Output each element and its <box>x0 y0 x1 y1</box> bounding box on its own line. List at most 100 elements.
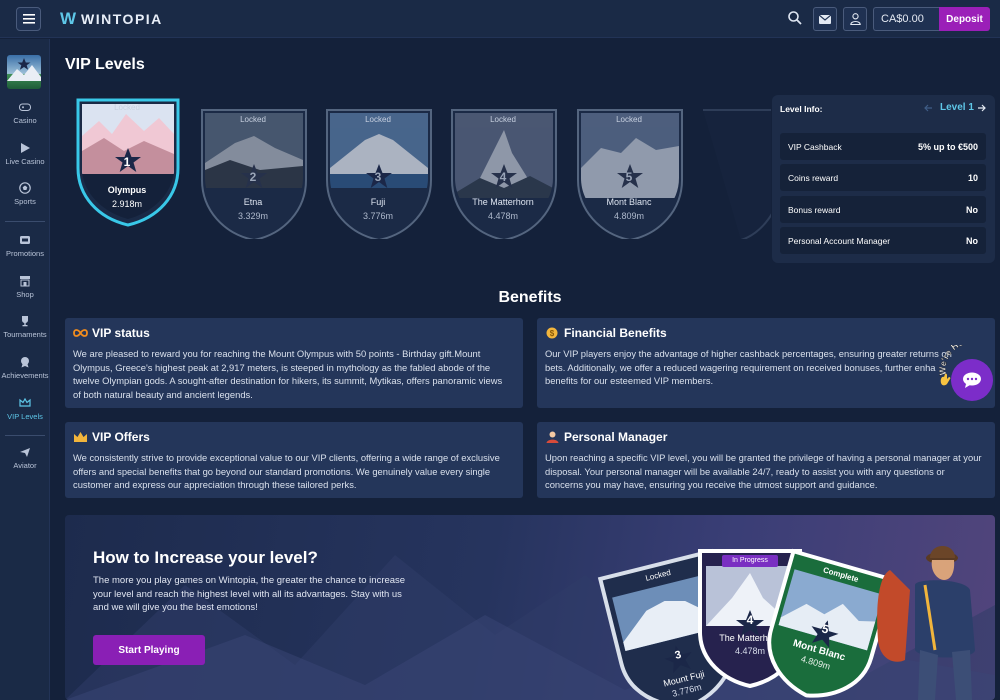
benefit-title: VIP status <box>92 326 150 340</box>
logo-text: WINTOPIA <box>81 11 163 27</box>
benefit-title: VIP Offers <box>92 430 150 444</box>
play-icon <box>21 143 30 153</box>
gift-icon <box>20 236 30 244</box>
sidebar-item-label: Sports <box>14 197 36 206</box>
benefit-text: Our VIP players enjoy the advantage of h… <box>545 348 952 387</box>
info-row-cashback: VIP Cashback 5% up to €500 <box>780 133 986 160</box>
increase-title: How to Increase your level? <box>93 548 318 567</box>
benefit-title: Personal Manager <box>564 430 668 444</box>
arrow-left-icon[interactable] <box>924 104 933 112</box>
hiker-illustration <box>877 546 975 700</box>
level-card-matterhorn[interactable]: Locked 4 The Matterhorn 4.478m <box>450 108 557 239</box>
envelope-icon <box>819 14 831 24</box>
level-card-olympus[interactable]: Locked 1 Olympus 2.918m <box>74 96 180 227</box>
sidebar-item-label: Live Casino <box>5 157 45 166</box>
info-row-label: Bonus reward <box>788 204 841 215</box>
level-name: Mont Blanc <box>606 197 652 207</box>
sidebar-item-vip-levels[interactable]: VIP Levels <box>0 397 50 421</box>
increase-level-banner: How to Increase your level? The more you… <box>65 515 995 700</box>
card-status: In Progress <box>722 555 778 567</box>
level-status: Locked <box>616 115 642 124</box>
increase-text: The more you play games on Wintopia, the… <box>93 575 406 614</box>
trophy-icon <box>22 316 28 327</box>
level-height: 4.809m <box>613 211 645 221</box>
level-name: Fuji <box>370 197 386 207</box>
level-card-fuji[interactable]: Locked 3 Fuji 3.776m <box>325 108 432 239</box>
level-number: 5 <box>625 170 633 184</box>
info-row-value: 10 <box>967 172 978 183</box>
balance-display[interactable]: CA$0.00 <box>873 7 939 31</box>
info-row-bonus: Bonus reward No <box>780 196 986 223</box>
svg-text:$: $ <box>550 329 555 338</box>
sidebar-item-aviator[interactable]: Aviator <box>0 446 50 470</box>
manager-icon <box>546 431 559 443</box>
info-row-account-manager: Personal Account Manager No <box>780 227 986 254</box>
sidebar-item-achievements[interactable]: Achievements <box>0 356 50 380</box>
user-icon <box>849 13 861 25</box>
info-row-value: 5% up to €500 <box>917 141 978 152</box>
sidebar-divider <box>5 435 45 436</box>
level-card-mont-blanc[interactable]: Locked 5 Mont Blanc 4.809m <box>576 108 683 239</box>
sidebar-item-label: Tournaments <box>3 330 47 339</box>
logo-mark: W <box>60 9 76 28</box>
account-button[interactable] <box>843 7 867 31</box>
level-status: Locked <box>490 115 516 124</box>
chat-button[interactable] <box>951 359 993 401</box>
info-row-value: No <box>966 204 978 215</box>
benefit-text: We consistently strive to provide except… <box>73 452 500 491</box>
top-header: W WINTOPIA CA$0.00 Deposit <box>0 0 1000 38</box>
benefits-heading: Benefits <box>498 289 562 306</box>
messages-button[interactable] <box>813 7 837 31</box>
gamepad-icon <box>19 103 31 111</box>
level-status: Locked <box>114 103 140 112</box>
info-row-label: Personal Account Manager <box>788 235 891 246</box>
level-name: The Matterhorn <box>472 197 534 207</box>
sidebar-item-label: Achievements <box>1 371 49 380</box>
sidebar-item-casino[interactable]: Casino <box>0 101 50 125</box>
level-card-next-partial[interactable] <box>701 108 771 239</box>
waving-hand-icon <box>940 373 951 386</box>
wintopia-logo[interactable]: W WINTOPIA <box>60 9 163 29</box>
level-number: 4 <box>499 170 507 184</box>
vip-level-thumbnail[interactable] <box>7 55 41 89</box>
level-number: 2 <box>249 170 257 184</box>
info-row-coins: Coins reward 10 <box>780 164 986 191</box>
infinity-icon <box>73 329 88 337</box>
level-card-etna[interactable]: Locked 2 Etna 3.329m <box>200 108 307 239</box>
level-height: 4.478m <box>487 211 519 221</box>
info-row-label: VIP Cashback <box>788 141 842 152</box>
level-name: Olympus <box>107 185 147 195</box>
level-height: 3.776m <box>362 211 394 221</box>
deposit-button[interactable]: Deposit <box>939 7 990 31</box>
crown-icon <box>19 397 31 407</box>
sidebar-item-live-casino[interactable]: Live Casino <box>0 142 50 166</box>
sidebar: Casino Live Casino Sports Promotions Sho… <box>0 39 50 700</box>
sidebar-item-label: VIP Levels <box>7 412 43 421</box>
arrow-right-icon[interactable] <box>977 104 986 112</box>
benefit-title: Financial Benefits <box>564 326 667 340</box>
benefit-card-financial: $ Financial Benefits Our VIP players enj… <box>537 318 995 408</box>
level-height: 2.918m <box>111 199 143 209</box>
benefit-text: Upon reaching a specific VIP level, you … <box>545 452 982 491</box>
mountain-thumbnail-image <box>7 58 41 81</box>
search-icon[interactable] <box>787 10 803 26</box>
plane-icon <box>20 448 30 457</box>
level-status: Locked <box>365 115 391 124</box>
hamburger-icon <box>22 14 35 24</box>
level-info-title: Level Info: <box>780 104 823 114</box>
sidebar-item-label: Promotions <box>6 249 44 258</box>
sidebar-divider <box>5 221 45 222</box>
sidebar-item-sports[interactable]: Sports <box>0 182 50 206</box>
current-level-label: Level 1 <box>940 102 974 113</box>
sidebar-item-tournaments[interactable]: Tournaments <box>0 315 50 339</box>
info-row-value: No <box>966 235 978 246</box>
hamburger-menu-button[interactable] <box>16 7 41 31</box>
sidebar-item-label: Aviator <box>13 461 37 470</box>
crown-icon <box>74 432 87 442</box>
sidebar-item-promotions[interactable]: Promotions <box>0 234 50 258</box>
level-status: Locked <box>240 115 266 124</box>
start-playing-button[interactable]: Start Playing <box>93 635 205 665</box>
level-name: Etna <box>243 197 263 207</box>
soccer-ball-icon <box>19 182 31 194</box>
sidebar-item-label: Casino <box>13 116 37 125</box>
